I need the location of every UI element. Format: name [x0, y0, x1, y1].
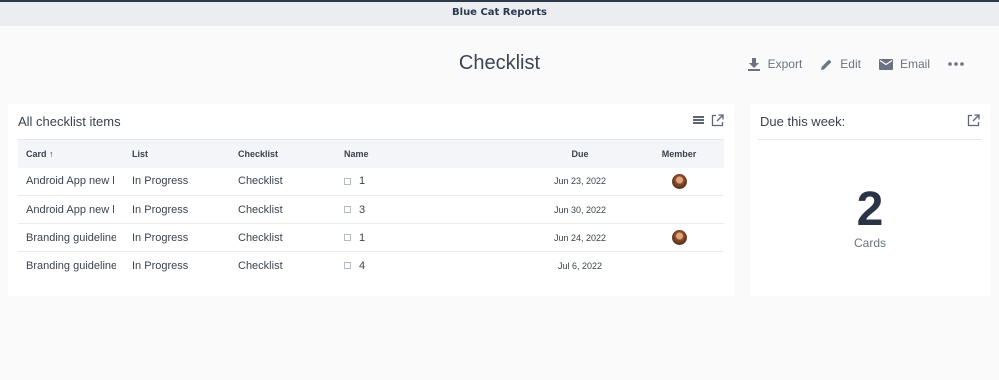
email-label: Email	[899, 57, 930, 71]
due-cell: Jun 24, 2022	[526, 223, 634, 252]
avatar	[671, 173, 687, 189]
panel-header: All checklist items	[8, 104, 734, 138]
card-cell[interactable]: Android App new l	[26, 204, 116, 216]
table-row[interactable]: Android App new l In Progress Checklist …	[18, 168, 724, 196]
checklist-cell: Checklist	[238, 175, 283, 188]
download-icon	[747, 58, 760, 71]
divider	[758, 139, 982, 140]
due-cell: Jun 23, 2022	[553, 176, 607, 187]
column-header-name[interactable]: Name	[336, 140, 526, 168]
due-this-week-panel: Due this week: 2 Cards	[750, 104, 990, 296]
checkbox-icon[interactable]	[344, 262, 351, 270]
checkbox-icon[interactable]	[344, 206, 351, 214]
table-row[interactable]: Branding guideline In Progress Checklist…	[18, 223, 724, 252]
member-cell-empty	[634, 195, 724, 224]
pencil-icon	[821, 59, 832, 70]
name-cell: 1	[359, 175, 366, 188]
due-count: 2	[856, 183, 884, 236]
card-cell[interactable]: Branding guideline	[26, 232, 116, 244]
export-label: Export	[767, 57, 803, 71]
list-cell: In Progress	[124, 251, 230, 280]
name-cell: 3	[359, 203, 366, 216]
app-header: Blue Cat Reports	[0, 0, 999, 26]
checklist-cell: Checklist	[230, 223, 336, 252]
email-button[interactable]: Email	[878, 57, 930, 71]
due-count-label: Cards	[853, 236, 886, 250]
mail-icon	[878, 58, 893, 70]
table-row[interactable]: Branding guideline In Progress Checklist…	[18, 251, 724, 280]
name-cell: 4	[359, 259, 366, 272]
avatar	[671, 230, 687, 245]
due-cell: Jun 30, 2022	[526, 195, 634, 224]
toolbar: Export Edit Email	[729, 54, 971, 74]
checklist-cell: Checklist	[230, 195, 336, 224]
checkbox-icon[interactable]	[344, 177, 351, 185]
edit-button[interactable]: Edit	[820, 57, 861, 71]
table-header-row: Card ↑ List Checklist Name Due Member	[18, 139, 724, 168]
list-cell: In Progress	[124, 195, 230, 224]
open-external-icon[interactable]	[711, 114, 724, 127]
edit-label: Edit	[840, 57, 861, 71]
checklist-items-panel: All checklist items Card ↑ List Checklis…	[8, 104, 734, 296]
open-external-icon[interactable]	[967, 114, 980, 127]
export-button[interactable]: Export	[747, 57, 803, 71]
sort-ascending-icon: ↑	[49, 148, 54, 159]
list-view-icon[interactable]	[693, 114, 705, 126]
checklist-cell: Checklist	[230, 251, 336, 280]
panel-title: Due this week:	[760, 114, 846, 129]
more-options-button[interactable]	[948, 62, 971, 66]
card-cell[interactable]: Branding guideline	[26, 260, 116, 272]
card-cell[interactable]: Android App new l	[26, 175, 116, 187]
name-cell: 1	[359, 231, 366, 244]
due-cell: Jul 6, 2022	[526, 251, 634, 280]
column-header-due[interactable]: Due	[526, 140, 634, 168]
list-cell: In Progress	[124, 223, 230, 252]
list-cell: In Progress	[132, 175, 189, 188]
column-header-member[interactable]: Member	[634, 140, 724, 168]
checklist-table: Card ↑ List Checklist Name Due Member An…	[18, 139, 724, 280]
member-cell-empty	[634, 251, 724, 280]
column-header-list[interactable]: List	[124, 140, 230, 168]
column-header-card[interactable]: Card ↑	[18, 140, 124, 168]
checkbox-icon[interactable]	[344, 234, 351, 242]
table-row[interactable]: Android App new l In Progress Checklist …	[18, 195, 724, 224]
column-header-checklist[interactable]: Checklist	[230, 140, 336, 168]
app-title: Blue Cat Reports	[452, 7, 547, 18]
more-icon	[948, 62, 964, 66]
panel-title: All checklist items	[18, 114, 121, 129]
